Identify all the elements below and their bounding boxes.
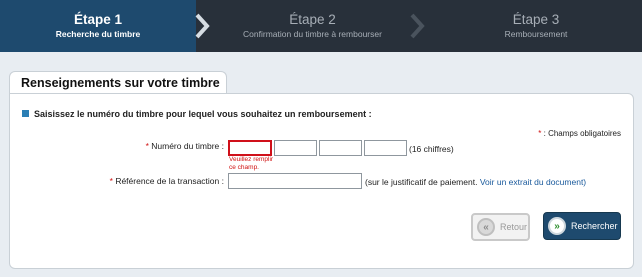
panel-title: Renseignements sur votre timbre	[9, 71, 227, 95]
chevron-right-icon	[410, 13, 425, 39]
required-note: * : Champs obligatoires	[538, 129, 621, 138]
back-button[interactable]: « Retour	[471, 213, 530, 241]
bullet-square-icon	[22, 110, 29, 117]
intro-text: Saisissez le numéro du timbre pour leque…	[22, 109, 372, 119]
stamp-number-label-text: Numéro du timbre :	[151, 141, 224, 151]
search-button[interactable]: » Rechercher	[543, 212, 621, 240]
step-2-number: Étape 2	[289, 12, 336, 27]
transaction-ref-label-text: Référence de la transaction :	[115, 176, 224, 186]
stamp-number-field-1[interactable]	[228, 140, 272, 156]
stamp-number-hint: (16 chiffres)	[409, 144, 454, 154]
required-note-label: : Champs obligatoires	[541, 129, 621, 138]
stamp-number-error: Veuillez remplir ce champ.	[229, 156, 274, 171]
stamp-number-field-2[interactable]	[274, 140, 317, 156]
step-1: Étape 1 Recherche du timbre	[0, 0, 196, 52]
double-chevron-right-icon: »	[548, 217, 566, 235]
stamp-number-field-4[interactable]	[364, 140, 407, 156]
intro-label: Saisissez le numéro du timbre pour leque…	[34, 109, 372, 119]
step-3-number: Étape 3	[512, 12, 560, 27]
step-2-description: Confirmation du timbre à rembourser	[243, 29, 382, 39]
view-document-link[interactable]: Voir un extrait du document)	[480, 177, 586, 187]
back-button-label: Retour	[500, 222, 528, 232]
transaction-ref-hint-text: (sur le justificatif de paiement.	[365, 177, 478, 187]
chevron-right-icon	[195, 13, 210, 39]
double-chevron-left-icon: «	[477, 218, 495, 236]
stamp-number-label: * Numéro du timbre :	[146, 141, 224, 151]
step-3-description: Remboursement	[504, 29, 568, 39]
step-2: Étape 2 Confirmation du timbre à rembour…	[215, 0, 410, 52]
step-1-description: Recherche du timbre	[55, 29, 141, 39]
step-3: Étape 3 Remboursement	[430, 0, 642, 52]
search-button-label: Rechercher	[571, 221, 618, 231]
transaction-ref-label: * Référence de la transaction :	[110, 176, 224, 186]
transaction-ref-hint: (sur le justificatif de paiement. Voir u…	[365, 177, 586, 187]
step-1-number: Étape 1	[73, 12, 123, 27]
transaction-ref-field[interactable]	[228, 173, 362, 189]
steps-bar: Étape 1 Recherche du timbre Étape 2 Conf…	[0, 0, 642, 52]
stamp-number-field-3[interactable]	[319, 140, 362, 156]
